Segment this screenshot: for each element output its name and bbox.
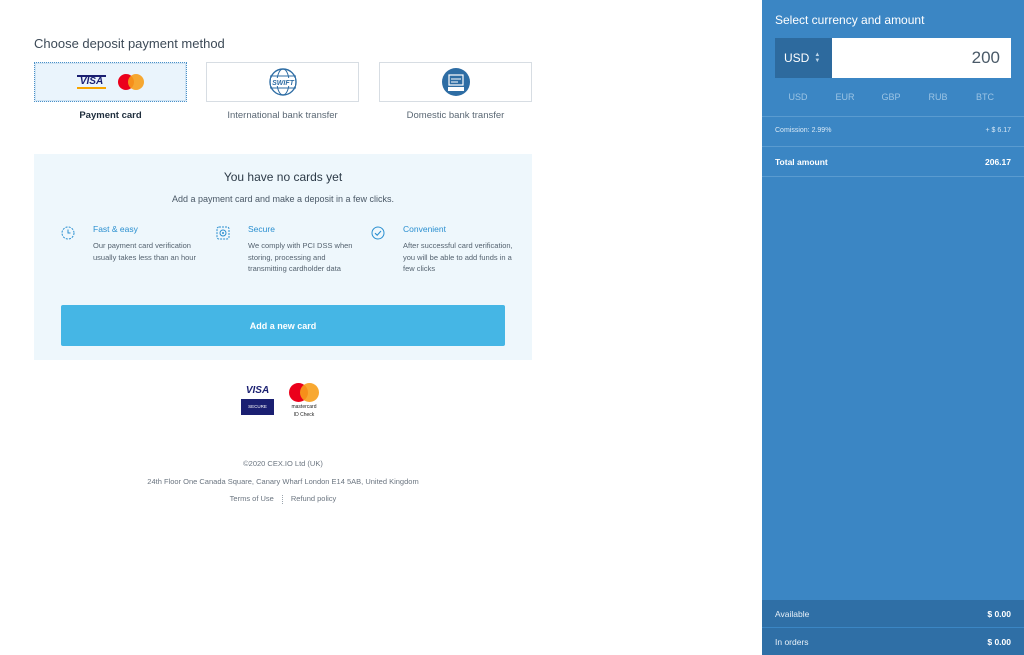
currency-tab-usd[interactable]: USD: [778, 92, 818, 102]
divider: [762, 176, 1024, 177]
mastercard-id-check-logo: mastercard ID Check: [287, 383, 321, 418]
currency-tab-rub[interactable]: RUB: [918, 92, 958, 102]
svg-text:SWIFT: SWIFT: [272, 80, 294, 87]
total-label: Total amount: [775, 157, 828, 167]
terms-of-use-link[interactable]: Terms of Use: [230, 494, 274, 503]
feature-text: Our payment card verification usually ta…: [93, 241, 196, 262]
in-orders-value: $ 0.00: [987, 637, 1011, 647]
feature-title: Fast & easy: [93, 224, 138, 234]
footer-links: Terms of Use Refund policy: [34, 494, 532, 504]
method-international-transfer[interactable]: SWIFT: [206, 62, 359, 102]
method-label-domestic-transfer: Domestic bank transfer: [406, 110, 505, 121]
check-circle-icon: [371, 226, 385, 240]
visa-logo-text: VISA: [245, 385, 270, 396]
mastercard-circles-icon: [289, 383, 319, 402]
mastercard-icon: [118, 74, 145, 90]
currency-tab-gbp[interactable]: GBP: [871, 92, 911, 102]
feature-title: Secure: [248, 224, 275, 234]
commission-value: + $ 6.17: [985, 127, 1012, 134]
clock-icon: [61, 226, 75, 240]
payment-methods: VISA Payment card SWIFT International ba…: [34, 62, 532, 122]
method-label-payment-card: Payment card: [79, 110, 142, 121]
feature-text: We comply with PCI DSS when storing, pro…: [248, 241, 353, 273]
currency-select-value: USD: [784, 51, 810, 65]
available-value: $ 0.00: [987, 609, 1011, 619]
method-payment-card[interactable]: VISA: [34, 62, 187, 102]
footer-separator: [281, 494, 283, 504]
commission-row: Comission: 2.99% + $ 6.17: [775, 127, 1011, 134]
method-label-international-transfer: International bank transfer: [227, 110, 338, 121]
footer-address: 24th Floor One Canada Square, Canary Wha…: [147, 477, 419, 486]
bank-transfer-icon: [441, 68, 470, 96]
visa-secure-text: SECURE: [241, 399, 274, 415]
currency-tab-btc[interactable]: BTC: [965, 92, 1005, 102]
available-row: Available $ 0.00: [762, 600, 1024, 627]
currency-tab-eur[interactable]: EUR: [825, 92, 865, 102]
no-cards-panel: You have no cards yet Add a payment card…: [34, 154, 532, 360]
shield-icon: [216, 226, 230, 240]
in-orders-label: In orders: [775, 637, 809, 647]
no-cards-title: You have no cards yet: [223, 170, 343, 184]
visa-icon: VISA: [76, 75, 107, 89]
add-new-card-button[interactable]: Add a new card: [61, 305, 505, 346]
panel-title: Select currency and amount: [775, 13, 925, 27]
main-area: Choose deposit payment method VISA Payme…: [0, 0, 762, 655]
section-title: Choose deposit payment method: [34, 36, 225, 51]
divider: [762, 146, 1024, 147]
refund-policy-link[interactable]: Refund policy: [291, 494, 336, 503]
footer-copyright: ©2020 CEX.IO Ltd (UK): [243, 459, 323, 468]
sort-arrows-icon: ▲ ▼: [814, 52, 821, 64]
amount-input[interactable]: [832, 38, 1011, 78]
currency-tabs: USD EUR GBP RUB BTC: [775, 92, 1011, 104]
no-cards-subtitle: Add a payment card and make a deposit in…: [171, 194, 395, 204]
total-value: 206.17: [985, 157, 1011, 167]
feature-text: After successful card verification, you …: [403, 241, 513, 273]
available-label: Available: [775, 609, 810, 619]
commission-label: Comission: 2.99%: [775, 127, 832, 134]
currency-panel: Select currency and amount USD ▲▼ USD EU…: [762, 0, 1024, 655]
swift-globe-icon: SWIFT: [268, 68, 297, 96]
id-check-text: ID Check: [293, 412, 315, 418]
mastercard-text: mastercard: [291, 404, 317, 410]
currency-select[interactable]: USD ▲ ▼: [775, 38, 832, 78]
total-row: Total amount 206.17: [775, 157, 1011, 167]
feature-title: Convenient: [403, 224, 447, 234]
method-domestic-transfer[interactable]: [379, 62, 532, 102]
divider: [762, 116, 1024, 117]
in-orders-row: In orders $ 0.00: [762, 628, 1024, 655]
visa-secure-logo: VISA SECURE: [241, 383, 274, 416]
security-badges: VISA SECURE mastercard ID Check: [241, 383, 331, 419]
